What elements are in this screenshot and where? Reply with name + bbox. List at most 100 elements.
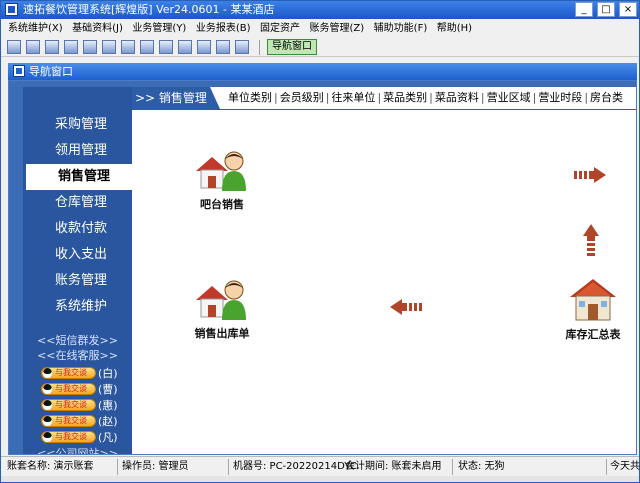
link-separator: | [429,91,433,104]
menu-tools[interactable]: 辅助功能(F) [371,20,431,37]
online-support-link[interactable]: <<在线客服>> [23,348,132,363]
status-separator [228,459,229,475]
link-business-area[interactable]: 营业区域 [487,90,531,106]
status-period: 会计期间: 账套未启用 [345,461,442,472]
status-separator [606,459,607,475]
status-separator [452,459,453,475]
link-separator: | [325,91,330,104]
qq-contact[interactable]: 与我交谈 (凡) [41,430,131,445]
link-separator: | [480,91,485,104]
qq-chat-badge[interactable]: 与我交谈 [41,415,96,427]
tile-inventory-summary[interactable]: 库存汇总表 [559,275,627,342]
status-account: 账套名称: 演示账套 [7,461,94,472]
qq-contact[interactable]: 与我交谈 (惠) [41,398,131,413]
window-icon[interactable] [7,40,21,54]
tile-sales-outbound[interactable]: 销售出库单 [187,276,257,341]
link-member-level[interactable]: 会员级别 [280,90,324,106]
link-partners[interactable]: 往来单位 [331,90,375,106]
arrow-down-icon[interactable] [121,40,135,54]
status-machine: 机器号: PC-20220214DYC [233,461,357,472]
menu-help[interactable]: 帮助(H) [434,20,475,37]
quick-links: 单位类别 | 会员级别 | 往来单位 | 菜品类别 | 菜品资料 | 营业区域 | 营业时段 | 房台类 [228,90,623,106]
arrow-right-icon[interactable] [102,40,116,54]
qq-contact[interactable]: 与我交谈 (曹) [41,382,131,397]
qq-contact-name: (凡) [98,431,118,444]
menu-business[interactable]: 业务管理(Y) [129,20,189,37]
menu-accounts[interactable]: 账务管理(Z) [307,20,368,37]
sidebar: 采购管理 领用管理 销售管理 仓库管理 收款付款 收入支出 账务管理 系统维护 … [23,87,132,454]
sidebar-item-accounts[interactable]: 账务管理 [23,268,132,294]
toolbar: 导航窗口 [1,37,639,57]
sidebar-item-system[interactable]: 系统维护 [23,294,132,320]
qq-contact-name: (赵) [98,415,118,428]
sidebar-item-warehouse[interactable]: 仓库管理 [23,190,132,216]
sms-broadcast-link[interactable]: <<短信群发>> [23,333,132,348]
menu-fixed-assets[interactable]: 固定资产 [257,20,303,37]
link-separator: | [584,91,589,104]
bottom-strip [1,476,639,482]
link-separator: | [532,91,537,104]
qq-chat-badge[interactable]: 与我交谈 [41,431,96,443]
company-website-link[interactable]: <<公司网站>> [23,446,132,454]
qq-contact[interactable]: 与我交谈 (赵) [41,414,131,429]
link-room-table[interactable]: 房台类 [590,90,623,106]
sidebar-item-requisition[interactable]: 领用管理 [23,138,132,164]
section-tab: >> 销售管理 [132,87,220,109]
sidebar-item-sales[interactable]: 销售管理 [26,164,132,190]
child-window-title: 导航窗口 [29,65,73,78]
frame-strip [9,81,23,454]
house-person-icon [196,151,246,191]
window-title: 速拓餐饮管理系统[辉煌版] Ver24.0601 - 某某酒店 [23,3,275,16]
link-separator: | [377,91,382,104]
grid-icon[interactable] [26,40,40,54]
menu-reports[interactable]: 业务报表(B) [193,20,254,37]
print-icon[interactable] [197,40,211,54]
sidebar-item-payments[interactable]: 收款付款 [23,216,132,242]
app-icon [5,3,18,16]
list-icon[interactable] [45,40,59,54]
report-icon[interactable] [159,40,173,54]
menu-system[interactable]: 系统维护(X) [5,20,66,37]
save-icon[interactable] [178,40,192,54]
qq-contact-name: (曹) [98,383,118,396]
menu-bar: 系统维护(X) 基础资料(J) 业务管理(Y) 业务报表(B) 固定资产 账务管… [1,20,639,37]
arrow-left-icon [390,299,422,315]
qq-chat-badge[interactable]: 与我交谈 [41,399,96,411]
arrow-left-icon[interactable] [83,40,97,54]
qq-chat-badge[interactable]: 与我交谈 [41,367,96,379]
tile-label-sales-outbound: 销售出库单 [194,327,250,340]
tile-label-bar-sales: 吧台销售 [200,198,244,211]
house-icon [570,279,616,321]
qq-contact[interactable]: 与我交谈 (白) [41,366,131,381]
child-window-titlebar: 导航窗口 [8,63,637,80]
exit-icon[interactable] [235,40,249,54]
tile-label-inventory-summary: 库存汇总表 [565,328,621,341]
app-window: 速拓餐饮管理系统[辉煌版] Ver24.0601 - 某某酒店 _ □ × 系统… [0,0,640,483]
arrow-up-icon [583,224,599,256]
tile-bar-sales[interactable]: 吧台销售 [187,147,257,212]
help-icon[interactable] [216,40,230,54]
qq-contact-name: (白) [98,367,118,380]
sidebar-item-purchase[interactable]: 采购管理 [23,112,132,138]
link-separator: | [274,91,278,104]
status-state: 状态: 无狗 [458,461,505,472]
link-dish-category[interactable]: 菜品类别 [383,90,427,106]
link-dish-data[interactable]: 菜品资料 [435,90,479,106]
qq-chat-badge[interactable]: 与我交谈 [41,383,96,395]
child-window-icon [13,65,25,77]
title-bar: 速拓餐饮管理系统[辉煌版] Ver24.0601 - 某某酒店 _ □ × [1,1,639,19]
tools-icon[interactable] [64,40,78,54]
link-unit-category[interactable]: 单位类别 [228,90,272,106]
user-icon[interactable] [140,40,154,54]
close-button[interactable]: × [619,2,637,17]
sidebar-item-income-expense[interactable]: 收入支出 [23,242,132,268]
maximize-button[interactable]: □ [597,2,615,17]
status-today: 今天共 [610,461,640,472]
qq-contact-name: (惠) [98,399,118,412]
menu-basic-data[interactable]: 基础资料(J) [69,20,126,37]
section-header: >> 销售管理 单位类别 | 会员级别 | 往来单位 | 菜品类别 | 菜品资料 | 营业区域 | 营业… [132,87,636,109]
arrow-right-icon [574,167,606,183]
nav-window-button[interactable]: 导航窗口 [267,39,317,55]
minimize-button[interactable]: _ [575,2,593,17]
link-business-hours[interactable]: 营业时段 [538,90,582,106]
